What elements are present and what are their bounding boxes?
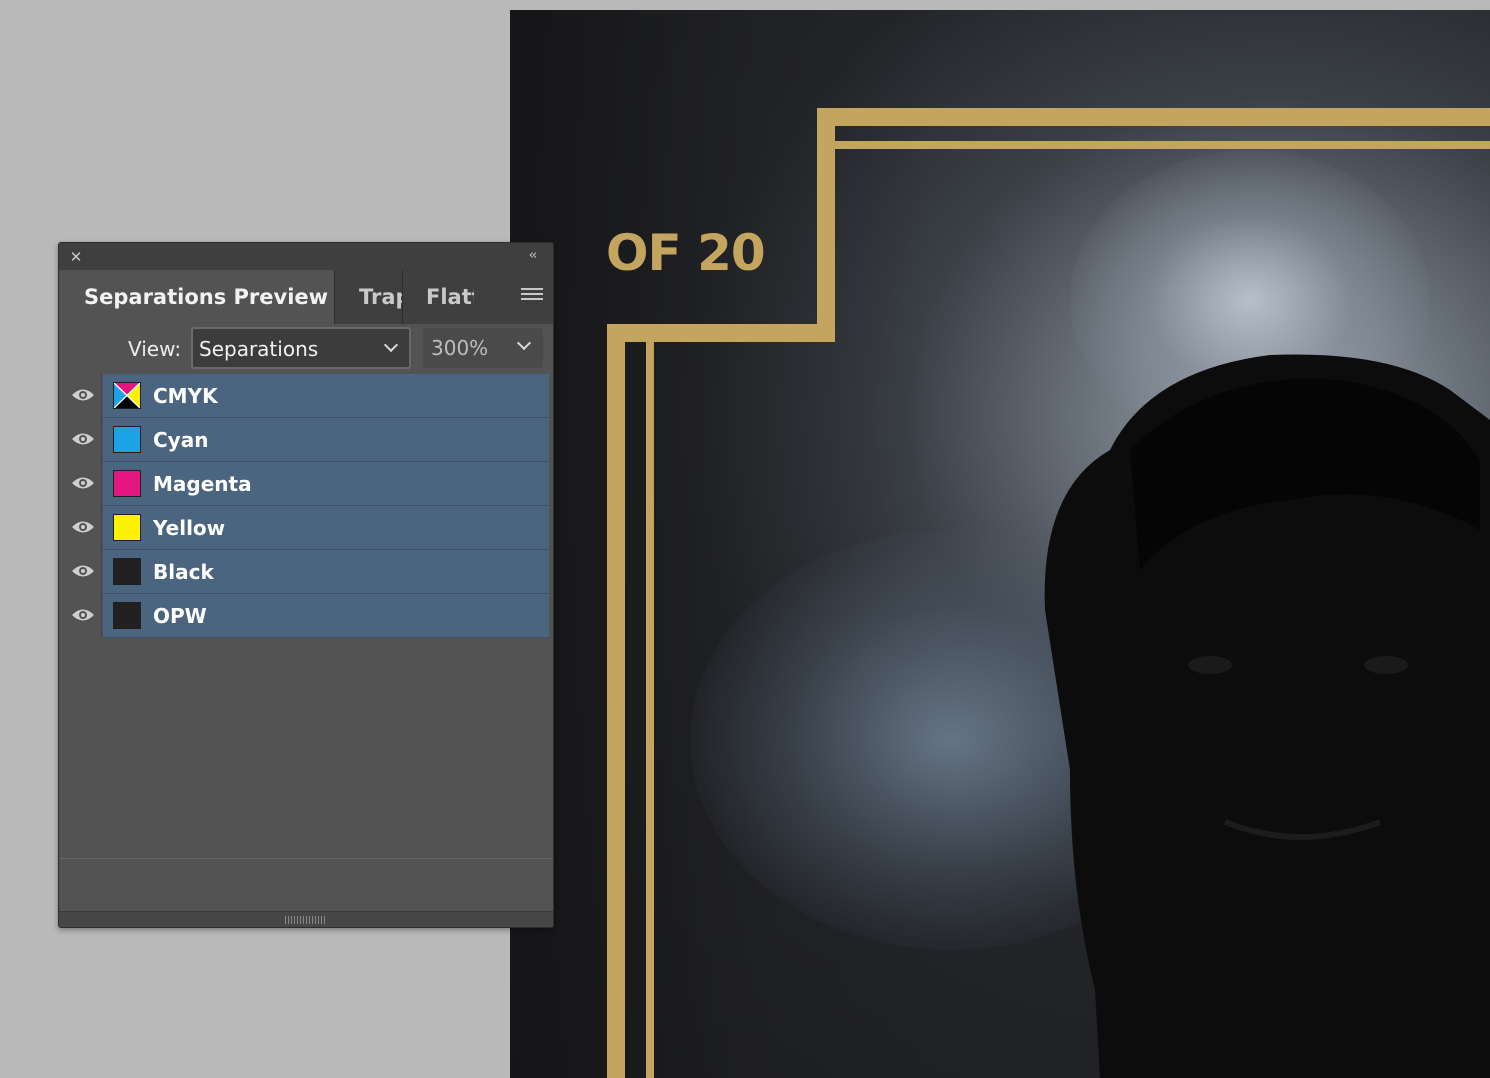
separations-preview-panel: ✕ ‹‹ Separations Preview Trap Presets Fl…: [58, 242, 554, 928]
eye-icon[interactable]: [71, 387, 95, 403]
panel-tab-bar: Separations Preview Trap Presets Flatten…: [59, 270, 553, 324]
ink-list: CMYK Cyan Magenta Yellow Black OPW: [59, 374, 553, 638]
portrait-photo: [1044, 354, 1490, 1078]
view-dropdown-value: Separations: [199, 337, 319, 361]
eye-icon[interactable]: [71, 431, 95, 447]
tab-trap-presets[interactable]: Trap Presets: [334, 270, 403, 324]
eye-icon[interactable]: [71, 607, 95, 623]
visibility-cell: [59, 594, 102, 638]
chevron-down-icon: [516, 335, 532, 351]
visibility-cell: [59, 462, 102, 506]
ink-row-black[interactable]: Black: [59, 550, 553, 594]
eye-icon[interactable]: [71, 519, 95, 535]
visibility-cell: [59, 418, 102, 462]
panel-footer: [59, 858, 553, 913]
portrait-eye-left: [1188, 656, 1232, 674]
ink-row-main[interactable]: Magenta: [103, 462, 549, 506]
zoom-dropdown-value: 300%: [431, 336, 489, 360]
cmyk-composite-swatch: [113, 382, 141, 409]
view-label: View:: [128, 337, 182, 361]
hamburger-menu-icon[interactable]: [521, 288, 543, 306]
panel-title-bar[interactable]: ✕ ‹‹: [59, 243, 553, 270]
ink-name: Magenta: [153, 472, 252, 496]
ink-row-main[interactable]: CMYK: [103, 374, 549, 418]
ink-row-cmyk[interactable]: CMYK: [59, 374, 553, 418]
visibility-cell: [59, 506, 102, 550]
panel-resize-bar[interactable]: [59, 911, 553, 927]
close-icon[interactable]: ✕: [68, 249, 84, 265]
ink-name: CMYK: [153, 384, 218, 408]
document-canvas[interactable]: OF 20: [510, 10, 1490, 1078]
view-controls-row: View: Separations 300%: [59, 324, 553, 374]
visibility-cell: [59, 374, 102, 418]
ink-name: OPW: [153, 604, 207, 628]
ink-row-yellow[interactable]: Yellow: [59, 506, 553, 550]
tab-separations-preview[interactable]: Separations Preview: [59, 270, 334, 324]
ink-name: Cyan: [153, 428, 209, 452]
ink-row-main[interactable]: Yellow: [103, 506, 549, 550]
portrait-eye-right: [1364, 656, 1408, 674]
view-dropdown[interactable]: Separations: [191, 327, 411, 369]
tab-flattener-preview[interactable]: Flattener Preview: [404, 270, 474, 324]
ink-row-main[interactable]: OPW: [103, 594, 549, 638]
zoom-dropdown[interactable]: 300%: [423, 328, 543, 368]
ink-name: Yellow: [153, 516, 226, 540]
cyan-swatch: [113, 426, 141, 453]
ink-row-main[interactable]: Black: [103, 550, 549, 594]
resize-grip-icon[interactable]: [285, 916, 325, 924]
magenta-swatch: [113, 470, 141, 497]
ink-row-cyan[interactable]: Cyan: [59, 418, 553, 462]
yellow-swatch: [113, 514, 141, 541]
ink-name: Black: [153, 560, 214, 584]
ink-row-opw[interactable]: OPW: [59, 594, 553, 638]
double-chevron-left-icon[interactable]: ‹‹: [523, 248, 541, 264]
visibility-cell: [59, 550, 102, 594]
chevron-down-icon: [383, 337, 399, 353]
eye-icon[interactable]: [71, 475, 95, 491]
eye-icon[interactable]: [71, 563, 95, 579]
ink-row-main[interactable]: Cyan: [103, 418, 549, 462]
ink-row-magenta[interactable]: Magenta: [59, 462, 553, 506]
black-swatch: [113, 558, 141, 585]
opw-swatch: [113, 602, 141, 629]
